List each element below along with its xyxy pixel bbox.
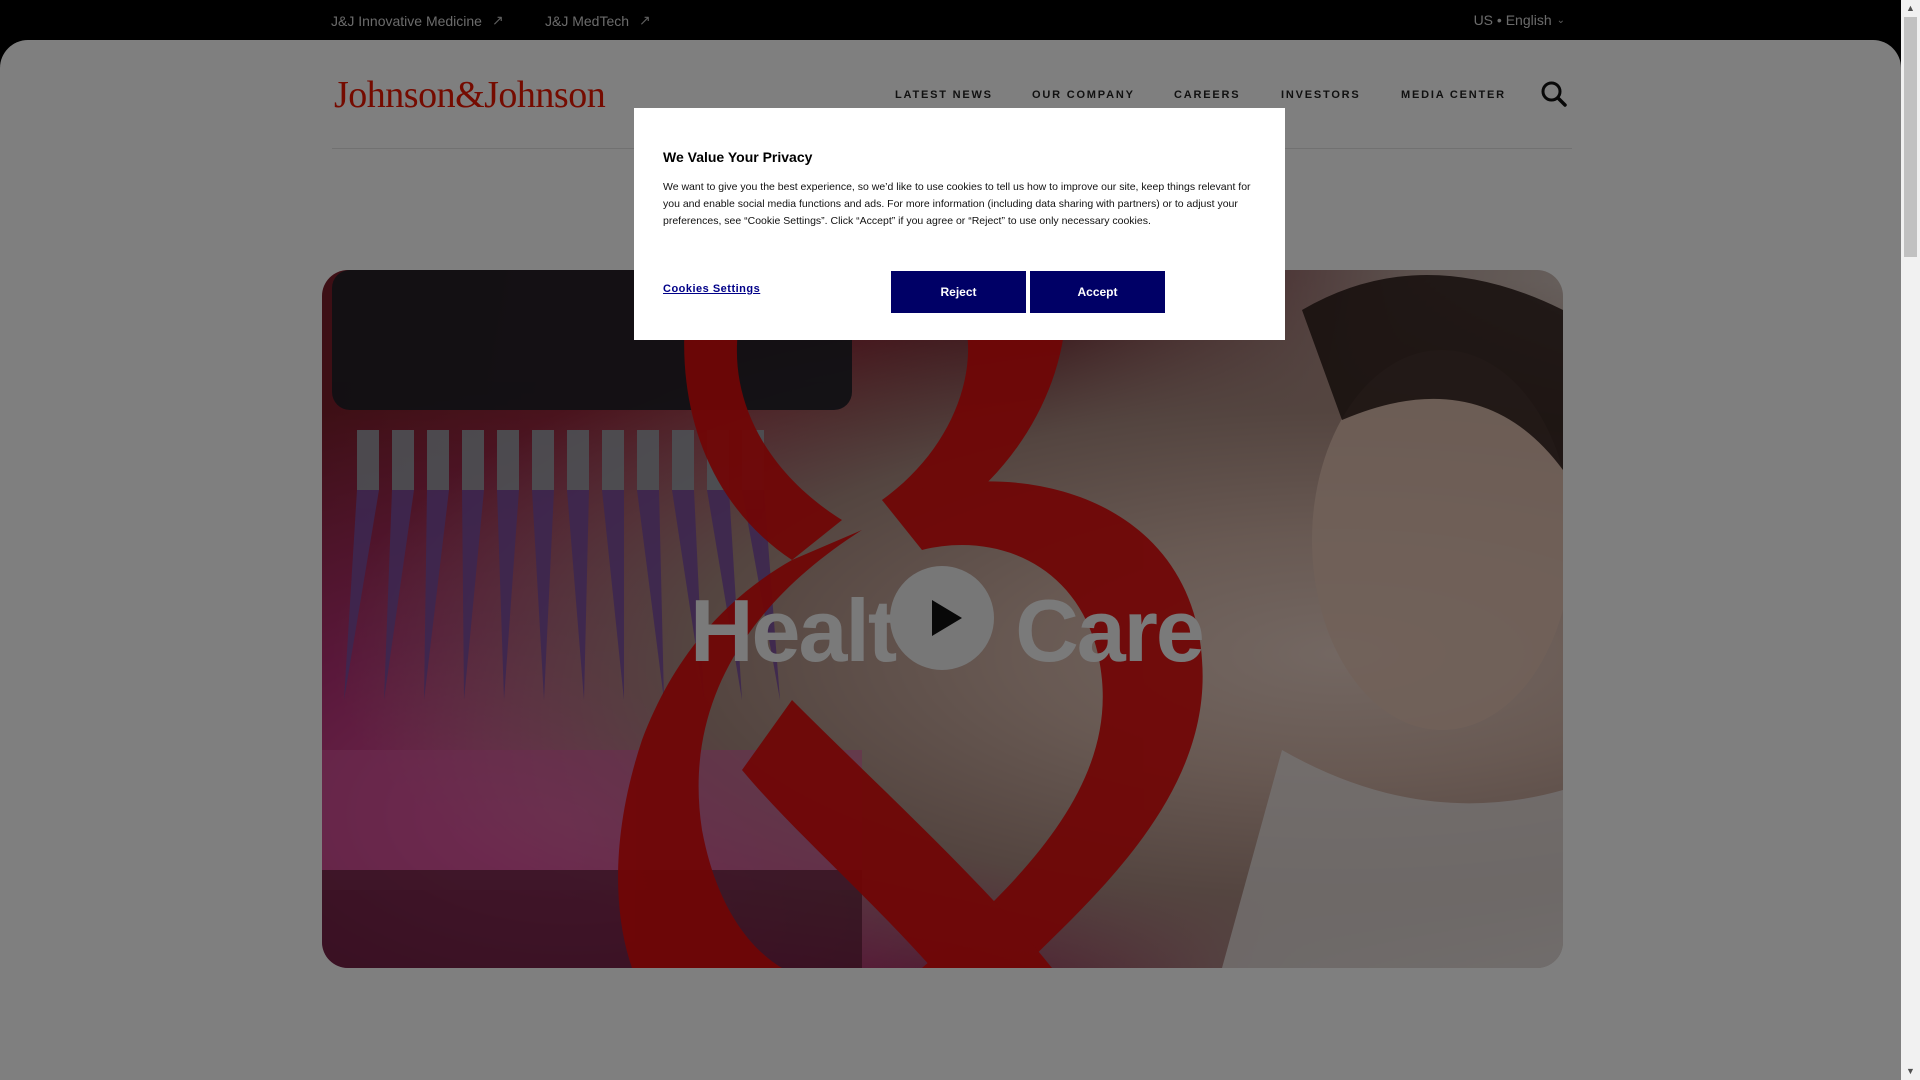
- accept-button[interactable]: Accept: [1030, 271, 1165, 313]
- cookies-settings-link[interactable]: Cookies Settings: [663, 283, 760, 295]
- cookie-dialog-text: We want to give you the best experience,…: [663, 181, 1251, 227]
- page-scrollbar[interactable]: ▲ ▼: [1901, 0, 1920, 1080]
- scroll-down-arrow-icon[interactable]: ▼: [1901, 1063, 1920, 1080]
- reject-button[interactable]: Reject: [891, 271, 1026, 313]
- scroll-up-arrow-icon[interactable]: ▲: [1901, 0, 1920, 17]
- cookie-consent-dialog: We Value Your Privacy We want to give yo…: [634, 108, 1285, 340]
- cookie-dialog-title: We Value Your Privacy: [663, 149, 813, 165]
- scrollbar-thumb[interactable]: [1904, 17, 1917, 257]
